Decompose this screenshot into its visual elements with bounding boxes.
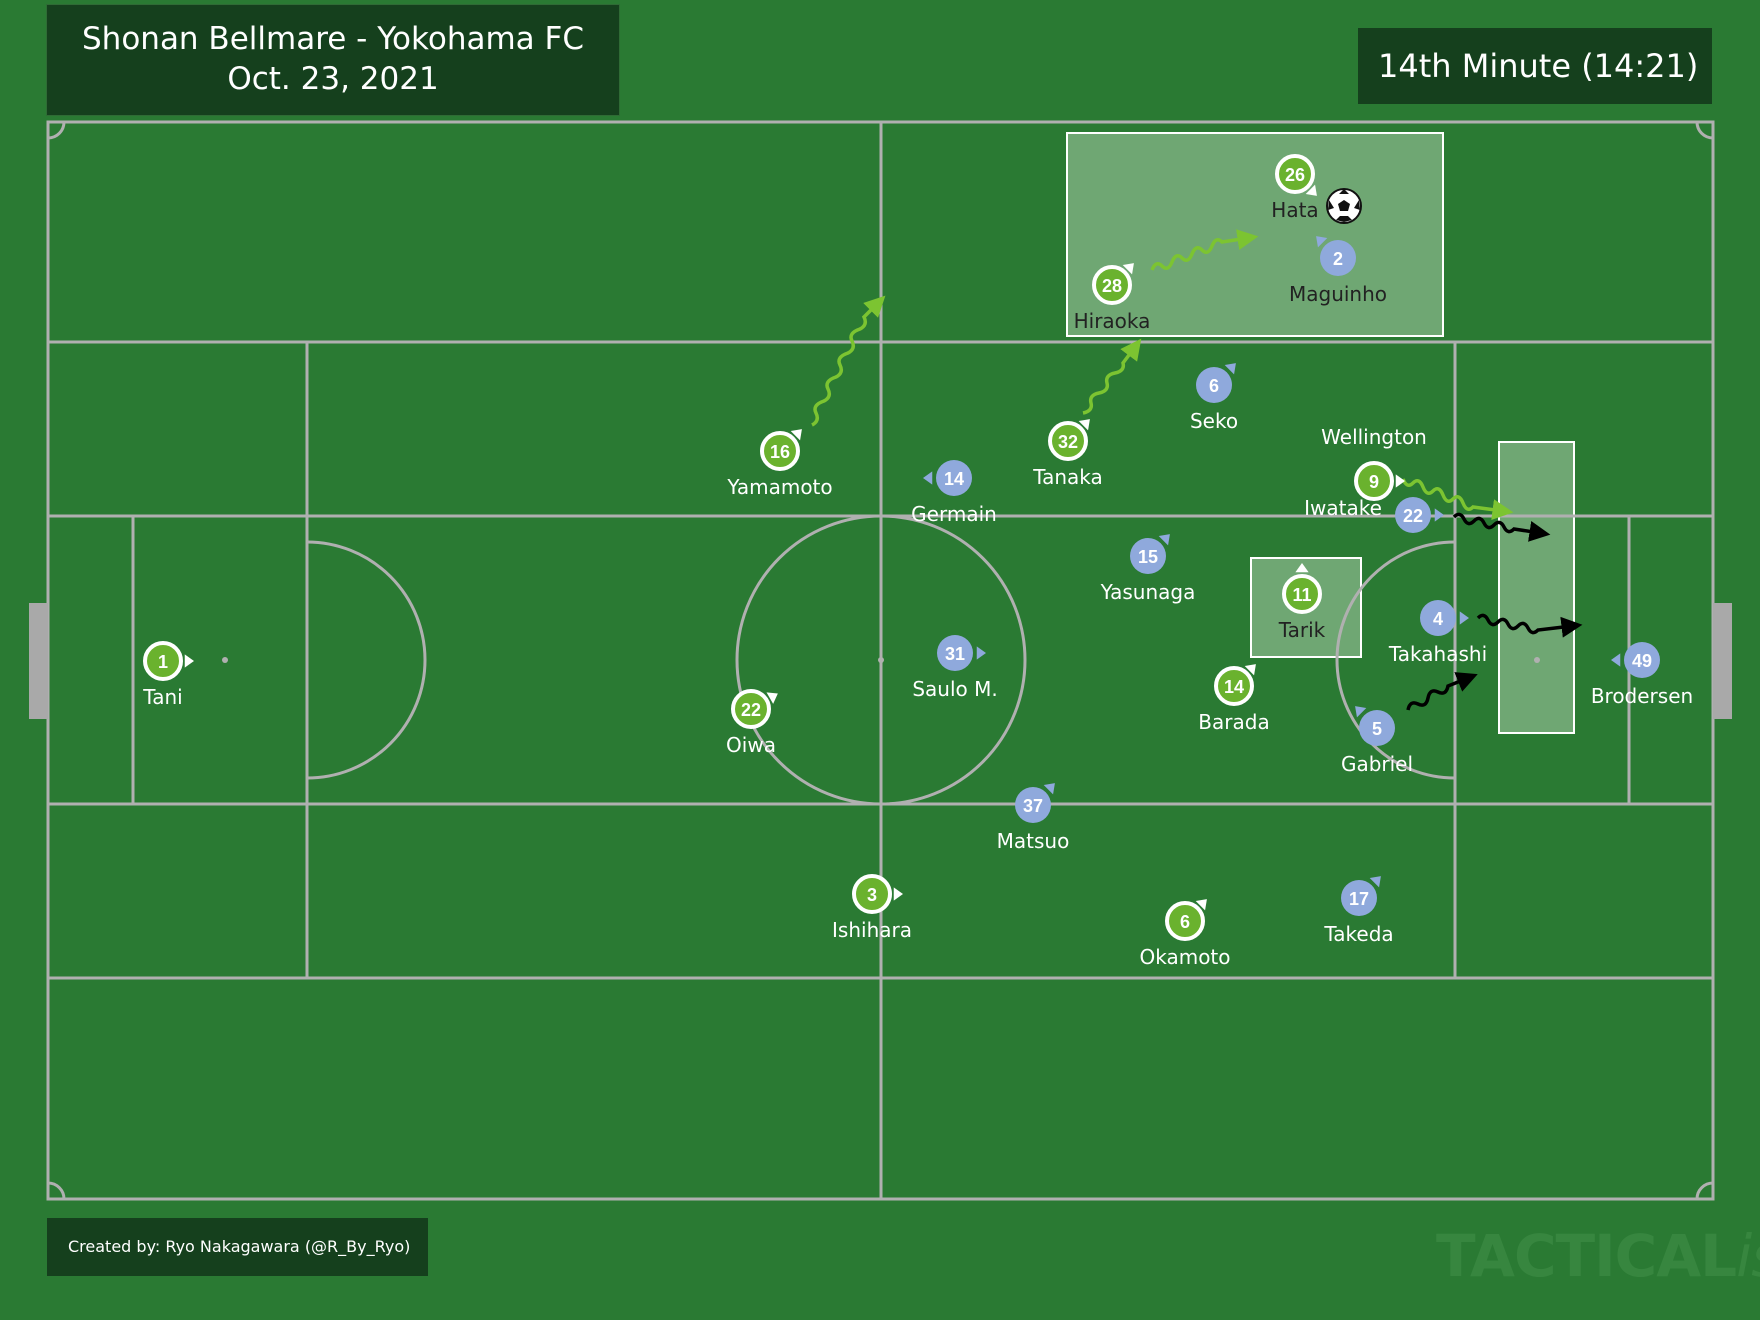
player-number: 11 xyxy=(1292,585,1311,605)
player-name: Barada xyxy=(1198,710,1269,734)
player-number: 6 xyxy=(1180,912,1190,932)
run-arrow-gabriel xyxy=(1406,672,1478,711)
goal-left xyxy=(29,603,48,719)
player-name: Ishihara xyxy=(832,918,912,942)
player-name: Tarik xyxy=(1278,618,1326,642)
player-number: 9 xyxy=(1369,472,1379,492)
player-away-yasunaga: 15 Yasunaga xyxy=(1100,534,1196,604)
direction-indicator-icon xyxy=(976,646,986,660)
watermark-logo: TACTICALista xyxy=(1436,1222,1760,1290)
watermark-main: TACTICAL xyxy=(1436,1222,1737,1290)
player-name: Yamamoto xyxy=(726,475,832,499)
player-home-barada: 14 Barada xyxy=(1198,664,1270,734)
player-away-brodersen: 49 Brodersen xyxy=(1591,642,1693,708)
player-name: Takahashi xyxy=(1388,642,1487,666)
player-number: 22 xyxy=(1403,506,1423,526)
player-away-matsuo: 37 Matsuo xyxy=(997,783,1070,853)
player-number: 2 xyxy=(1333,249,1343,269)
player-name: Okamoto xyxy=(1139,945,1230,969)
player-name: Hiraoka xyxy=(1074,309,1151,333)
player-number: 15 xyxy=(1138,547,1158,567)
player-number: 3 xyxy=(867,885,877,905)
player-away-saulo-m: 31 Saulo M. xyxy=(912,635,998,701)
player-number: 4 xyxy=(1433,609,1443,629)
player-name: Maguinho xyxy=(1289,282,1387,306)
run-arrow-yamamoto xyxy=(811,295,886,427)
player-name: Matsuo xyxy=(997,829,1070,853)
player-name: Seko xyxy=(1190,409,1238,433)
player-home-okamoto: 6 Okamoto xyxy=(1139,899,1231,969)
watermark-italic: ista xyxy=(1736,1222,1760,1290)
player-name: Iwatake xyxy=(1304,496,1382,520)
player-away-takeda: 17 Takeda xyxy=(1323,876,1394,946)
player-away-seko: 6 Seko xyxy=(1190,363,1238,433)
player-number: 14 xyxy=(944,469,964,489)
goal-right xyxy=(1713,603,1732,719)
player-home-tani: 1 Tani xyxy=(142,641,194,709)
player-name: Yasunaga xyxy=(1100,580,1196,604)
player-number: 31 xyxy=(945,644,965,664)
player-away-iwatake: 22 Iwatake xyxy=(1304,496,1444,533)
player-home-wellington: 9 Wellington xyxy=(1321,425,1427,501)
direction-indicator-icon xyxy=(893,887,903,901)
player-home-ishihara: 3 Ishihara xyxy=(832,874,912,942)
player-name: Wellington xyxy=(1321,425,1427,449)
player-name: Tanaka xyxy=(1032,465,1103,489)
player-away-germain: 14 Germain xyxy=(911,460,997,526)
credit-label: Created by: Ryo Nakagawara (@R_By_Ryo) xyxy=(47,1218,428,1276)
player-name: Gabriel xyxy=(1341,752,1413,776)
player-number: 17 xyxy=(1349,889,1369,909)
player-number: 6 xyxy=(1209,376,1219,396)
player-name: Tani xyxy=(142,685,182,709)
player-name: Takeda xyxy=(1323,922,1393,946)
direction-indicator-icon xyxy=(1459,611,1469,625)
player-away-takahashi: 4 Takahashi xyxy=(1388,600,1487,666)
player-name: Saulo M. xyxy=(912,677,997,701)
player-home-tanaka: 32 Tanaka xyxy=(1032,419,1103,489)
run-arrow-tanaka xyxy=(1082,338,1142,415)
player-name: Oiwa xyxy=(726,733,776,757)
ball-icon xyxy=(1326,188,1362,224)
pitch-diagram: 1 Tani 22 Oiwa 16 Yamamoto 3 Ishihara 28 Hiraoka 2… xyxy=(29,120,1732,1201)
direction-indicator-icon xyxy=(1611,653,1621,667)
player-number: 26 xyxy=(1285,165,1305,185)
player-name: Germain xyxy=(911,502,997,526)
direction-indicator-icon xyxy=(1395,474,1405,488)
player-number: 37 xyxy=(1023,796,1043,816)
player-home-yamamoto: 16 Yamamoto xyxy=(726,429,833,499)
direction-indicator-icon xyxy=(184,654,194,668)
player-home-oiwa: 22 Oiwa xyxy=(726,689,778,757)
player-number: 22 xyxy=(741,700,761,720)
player-number: 14 xyxy=(1224,677,1244,697)
player-number: 16 xyxy=(770,442,790,462)
player-name: Hata xyxy=(1271,198,1318,222)
zone-six-yard-target xyxy=(1498,441,1575,734)
player-number: 28 xyxy=(1102,276,1122,296)
player-number: 5 xyxy=(1372,719,1382,739)
direction-indicator-icon xyxy=(923,471,933,485)
player-name: Brodersen xyxy=(1591,684,1693,708)
player-number: 32 xyxy=(1058,432,1078,452)
direction-indicator-icon xyxy=(1434,508,1444,522)
player-number: 49 xyxy=(1632,651,1652,671)
player-number: 1 xyxy=(158,652,168,672)
